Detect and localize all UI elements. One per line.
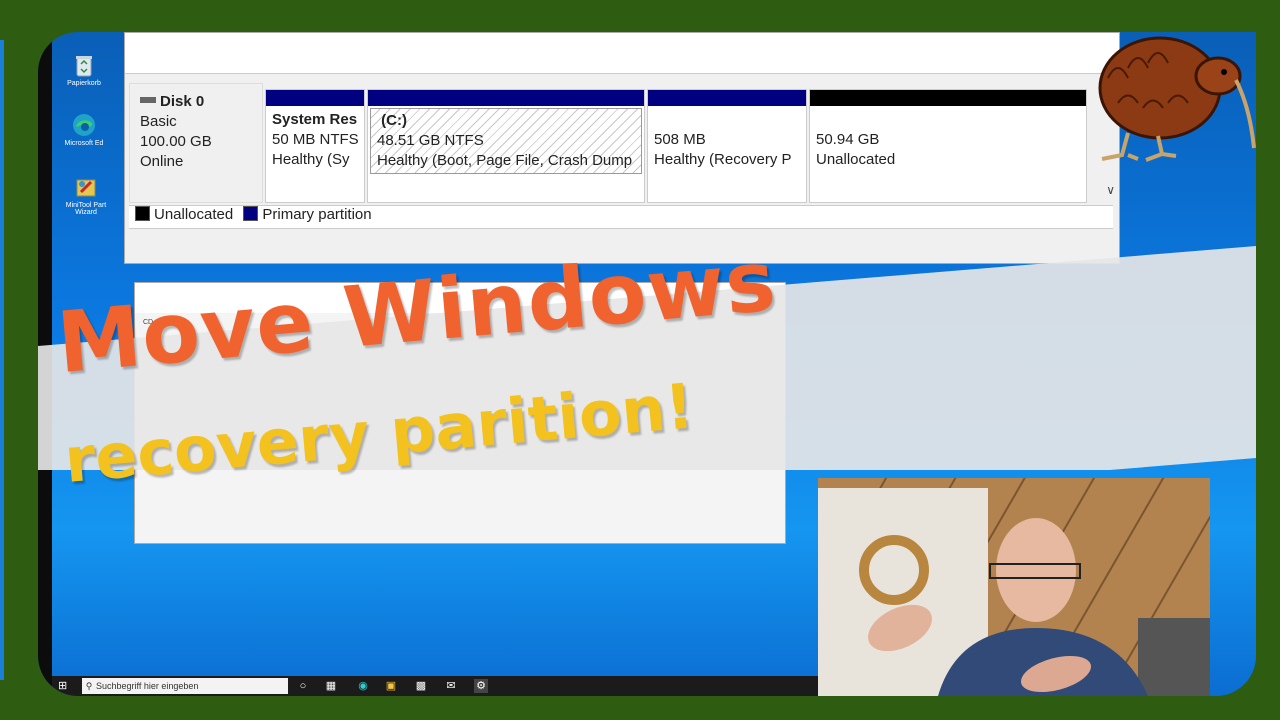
desktop-icon-minitool[interactable]: MiniTool Part Wizard <box>56 174 116 216</box>
primary-swatch <box>243 206 259 221</box>
disk-type: Basic <box>140 113 177 130</box>
file-explorer-icon[interactable]: ▣ <box>384 679 398 693</box>
partition-size: 48.51 GB NTFS <box>377 132 484 149</box>
partition-legend: Unallocated Primary partition <box>129 205 1113 229</box>
partition-system-reserved[interactable]: System Res 50 MB NTFS Healthy (Sy <box>265 89 365 203</box>
cortana-icon[interactable]: ○ <box>296 679 310 693</box>
minitool-icon[interactable]: ⚙ <box>474 679 488 693</box>
partition-status: Healthy (Boot, Page File, Crash Dump <box>377 152 633 169</box>
partition-recovery[interactable]: 508 MB Healthy (Recovery P <box>647 89 807 203</box>
taskbar: ⊞ ⚲ Suchbegriff hier eingeben ○ ▦ ◉ ▣ ▩ ✉… <box>52 676 832 696</box>
desktop-icon-edge[interactable]: Microsoft Ed <box>54 112 114 147</box>
legend-primary: Primary partition <box>262 206 372 223</box>
taskbar-search-input[interactable]: ⚲ Suchbegriff hier eingeben <box>82 678 288 694</box>
legend-unallocated: Unallocated <box>154 206 234 223</box>
recycle-bin-icon <box>76 56 92 77</box>
minitool-icon <box>76 179 96 197</box>
partition-c-drive[interactable]: (C:) 48.51 GB NTFS Healthy (Boot, Page F… <box>367 89 645 203</box>
window-upper-pane <box>125 33 1119 74</box>
partition-status: Healthy (Sy <box>272 151 350 168</box>
partition-type-bar <box>266 90 364 106</box>
partition-status: Healthy (Recovery P <box>654 151 792 168</box>
disk-name: Disk 0 <box>130 92 262 112</box>
edge-icon[interactable]: ◉ <box>356 679 370 693</box>
partition-unallocated[interactable]: 50.94 GB Unallocated <box>809 89 1087 203</box>
partition-size: 50.94 GB <box>816 131 880 148</box>
partition-name: System Res <box>272 111 358 128</box>
scroll-down-icon[interactable]: ∨ <box>1106 183 1115 197</box>
kiwi-bird-logo <box>1098 36 1256 162</box>
disk-management-window: Disk 0 Basic 100.00 GB Online System Res… <box>124 32 1120 264</box>
webcam-image <box>818 478 1210 696</box>
desktop-icon-label: MiniTool Part Wizard <box>65 202 107 216</box>
partition-size: 50 MB NTFS <box>272 131 359 148</box>
windows-start-icon[interactable]: ⊞ <box>58 680 70 692</box>
frame-accent-bar <box>0 40 4 680</box>
webcam-overlay <box>818 478 1210 696</box>
disk-size: 100.00 GB <box>140 133 212 150</box>
disk-info-box[interactable]: Disk 0 Basic 100.00 GB Online <box>129 83 263 203</box>
edge-icon <box>73 114 95 136</box>
partition-size: 508 MB <box>654 131 706 148</box>
mail-icon[interactable]: ✉ <box>444 679 458 693</box>
partition-status: Unallocated <box>816 151 896 168</box>
desktop-icon-label: Papierkorb <box>67 80 101 87</box>
search-placeholder: Suchbegriff hier eingeben <box>96 681 199 691</box>
partition-type-bar <box>648 90 806 106</box>
unallocated-swatch <box>135 206 150 221</box>
disk-icon <box>140 97 156 103</box>
desktop-icon-label: Microsoft Ed <box>64 140 104 147</box>
disk-status: Online <box>140 153 184 170</box>
partition-type-bar <box>810 90 1086 106</box>
partition-type-bar <box>368 90 644 106</box>
task-view-icon[interactable]: ▦ <box>324 679 338 693</box>
desktop-icon-recycle-bin[interactable]: Papierkorb <box>54 52 114 87</box>
store-icon[interactable]: ▩ <box>414 679 428 693</box>
partition-name: (C:) <box>381 112 407 129</box>
search-icon: ⚲ <box>85 681 93 691</box>
